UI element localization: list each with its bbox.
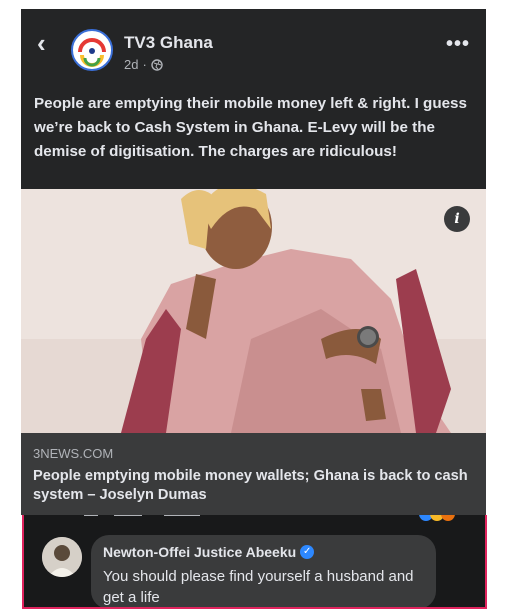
link-title[interactable]: People emptying mobile money wallets; Gh…	[33, 467, 473, 505]
page-name[interactable]: TV3 Ghana	[124, 33, 213, 53]
commenter-name-row: Newton-Offei Justice Abeeku ✓	[103, 544, 315, 560]
comment-text: You should please find yourself a husban…	[103, 568, 414, 606]
angry-reaction-icon	[441, 515, 455, 521]
comment-section: Newton-Offei Justice Abeeku ✓ You should…	[22, 515, 487, 609]
post-time[interactable]: 2d	[124, 57, 138, 72]
info-icon[interactable]: i	[444, 206, 470, 232]
commenter-name[interactable]: Newton-Offei Justice Abeeku	[103, 544, 296, 560]
post-meta: 2d ·	[124, 57, 163, 72]
person-icon	[42, 537, 82, 577]
commenter-avatar[interactable]	[42, 537, 82, 577]
post-photo[interactable]: i	[21, 189, 486, 433]
woman-in-pink-photo	[21, 189, 486, 433]
post-header: ‹ TV3 Ghana 2d · •••	[21, 9, 486, 79]
page-avatar[interactable]	[71, 29, 113, 71]
comment-bubble: Newton-Offei Justice Abeeku ✓ You should…	[91, 535, 436, 607]
meta-separator: ·	[142, 57, 147, 72]
link-preview[interactable]: 3NEWS.COM People emptying mobile money w…	[21, 433, 486, 515]
reaction-icons[interactable]	[419, 515, 455, 526]
verified-badge-icon: ✓	[300, 545, 315, 559]
cropped-actions-text	[84, 515, 200, 516]
facebook-post: ‹ TV3 Ghana 2d · ••• People are emptying…	[21, 9, 486, 515]
comment-actions-cutoff	[84, 515, 264, 525]
more-options-icon[interactable]: •••	[446, 34, 470, 54]
globe-icon	[151, 58, 163, 71]
post-text: People are emptying their mobile money l…	[34, 95, 467, 160]
link-source: 3NEWS.COM	[33, 446, 114, 461]
tv3-logo-icon	[75, 33, 109, 67]
back-arrow-icon[interactable]: ‹	[37, 30, 55, 56]
